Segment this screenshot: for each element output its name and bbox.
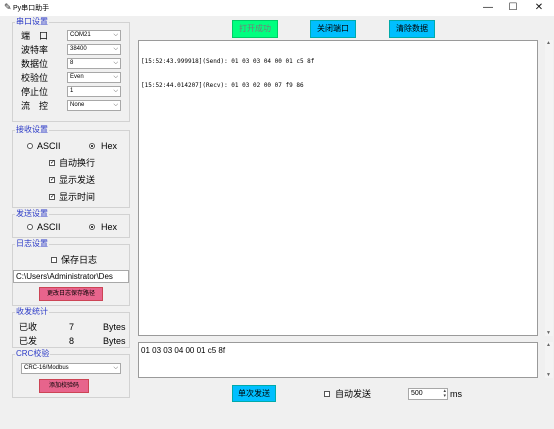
chevron-down-icon: ⌵: [113, 365, 118, 371]
scroll-up-icon[interactable]: ▲: [546, 342, 551, 348]
baud-select[interactable]: 38400 ⌵: [67, 44, 121, 55]
parity-label: 校验位: [21, 73, 49, 83]
chevron-down-icon: ⌵: [113, 60, 118, 66]
receive-scrollbar[interactable]: ▲ ▼: [545, 40, 553, 336]
receive-log-line: [15:52:43.999918](Send): 01 03 03 04 00 …: [141, 58, 315, 65]
send-input-area[interactable]: 01 03 03 04 00 01 c5 8f: [138, 342, 538, 378]
add-crc-button[interactable]: 添加校验码: [39, 379, 89, 393]
receive-settings-title: 接收设置: [15, 125, 49, 135]
port-value: COM21: [70, 32, 91, 38]
crc-group: CRC校验 CRC-16/Modbus ⌵ 添加校验码: [12, 349, 130, 398]
show-time-checkbox[interactable]: ✓: [49, 194, 55, 200]
stopbits-select[interactable]: 1 ⌵: [67, 86, 121, 97]
chevron-down-icon: ⌵: [113, 74, 118, 80]
send-settings-group: 发送设置 ASCII Hex: [12, 209, 130, 238]
send-settings-title: 发送设置: [15, 209, 49, 219]
log-path-value: C:\Users\Administrator\Des: [16, 272, 113, 281]
receive-ascii-radio[interactable]: [27, 143, 33, 149]
port-label: 端 口: [21, 31, 49, 41]
close-button[interactable]: ✕: [526, 0, 552, 16]
serial-settings-group: 串口设置 端 口 COM21 ⌵ 波特率 38400 ⌵ 数据位 8 ⌵ 校验位 Ev…: [12, 17, 130, 122]
chevron-down-icon: ⌵: [113, 88, 118, 94]
feather-icon: ✎: [4, 2, 12, 12]
show-time-label: 显示时间: [59, 192, 96, 202]
window-title: Py串口助手: [13, 5, 50, 12]
flowcontrol-select[interactable]: None ⌵: [67, 100, 121, 111]
scroll-up-icon[interactable]: ▲: [546, 40, 551, 46]
open-port-button[interactable]: 打开成功: [232, 20, 278, 38]
crc-title: CRC校验: [15, 349, 51, 359]
clear-data-button[interactable]: 清除数据: [389, 20, 435, 38]
scroll-down-icon[interactable]: ▼: [546, 372, 551, 378]
auto-wrap-label: 自动换行: [59, 158, 96, 168]
received-count: 7: [69, 322, 75, 332]
auto-send-label: 自动发送: [335, 389, 372, 399]
interval-value: 500: [411, 390, 423, 397]
send-once-button[interactable]: 单次发送: [232, 385, 276, 402]
send-ascii-radio[interactable]: [27, 224, 33, 230]
chevron-down-icon: ⌵: [113, 32, 118, 38]
received-unit: Bytes: [103, 322, 126, 332]
sent-unit: Bytes: [103, 336, 126, 346]
send-hex-radio[interactable]: [89, 224, 95, 230]
minimize-button[interactable]: —: [475, 0, 501, 16]
stats-group: 收发统计 已收 7 Bytes 已发 8 Bytes: [12, 307, 130, 348]
receive-hex-radio[interactable]: [89, 143, 95, 149]
title-bar: ✎ Py串口助手 — ☐ ✕: [0, 0, 554, 16]
save-log-label: 保存日志: [61, 255, 98, 265]
interval-unit: ms: [450, 389, 462, 399]
serial-settings-title: 串口设置: [15, 17, 49, 27]
crc-value: CRC-16/Modbus: [24, 365, 69, 371]
databits-select[interactable]: 8 ⌵: [67, 58, 121, 69]
flowcontrol-label: 流 控: [21, 101, 49, 111]
maximize-button[interactable]: ☐: [500, 0, 526, 16]
flowcontrol-value: None: [70, 102, 85, 108]
spin-down-icon[interactable]: ▾: [443, 394, 446, 399]
show-send-label: 显示发送: [59, 175, 96, 185]
show-send-checkbox[interactable]: ✓: [49, 177, 55, 183]
log-path-field[interactable]: C:\Users\Administrator\Des: [13, 270, 129, 283]
send-hex-label: Hex: [101, 222, 118, 232]
crc-select[interactable]: CRC-16/Modbus ⌵: [21, 363, 121, 374]
send-scrollbar[interactable]: ▲ ▼: [545, 342, 553, 378]
chevron-down-icon: ⌵: [113, 46, 118, 52]
log-settings-title: 日志设置: [15, 239, 49, 249]
chevron-down-icon: ⌵: [113, 102, 118, 108]
close-port-button[interactable]: 关闭端口: [310, 20, 356, 38]
interval-spinbox[interactable]: 500 ▴ ▾: [408, 388, 448, 400]
auto-send-checkbox[interactable]: [324, 391, 330, 397]
sent-count: 8: [69, 336, 75, 346]
send-input-text: 01 03 03 04 00 01 c5 8f: [141, 346, 226, 355]
databits-value: 8: [70, 60, 74, 66]
parity-select[interactable]: Even ⌵: [67, 72, 121, 83]
scroll-down-icon[interactable]: ▼: [546, 330, 551, 336]
main-window: ✎ Py串口助手 — ☐ ✕ 串口设置 端 口 COM21 ⌵ 波特率 38400…: [0, 0, 554, 429]
receive-hex-label: Hex: [101, 141, 118, 151]
change-log-path-button[interactable]: 更改日志保存路径: [39, 287, 103, 301]
auto-wrap-checkbox[interactable]: ✓: [49, 160, 55, 166]
sent-label: 已发: [19, 336, 38, 346]
stopbits-label: 停止位: [21, 87, 49, 97]
save-log-checkbox[interactable]: [51, 257, 57, 263]
stats-title: 收发统计: [15, 307, 49, 317]
log-settings-group: 日志设置 保存日志 C:\Users\Administrator\Des 更改日…: [12, 239, 130, 306]
databits-label: 数据位: [21, 59, 49, 69]
baud-value: 38400: [70, 46, 87, 52]
receive-log-area[interactable]: [15:52:43.999918](Send): 01 03 03 04 00 …: [138, 40, 538, 336]
receive-ascii-label: ASCII: [37, 141, 61, 151]
receive-settings-group: 接收设置 ASCII Hex ✓ 自动换行 ✓ 显示发送 ✓ 显示时间: [12, 125, 130, 208]
send-ascii-label: ASCII: [37, 222, 61, 232]
baud-label: 波特率: [21, 45, 49, 55]
receive-log-line: [15:52:44.014207](Recv): 01 03 02 00 07 …: [141, 82, 304, 89]
received-label: 已收: [19, 322, 38, 332]
port-select[interactable]: COM21 ⌵: [67, 30, 121, 41]
parity-value: Even: [70, 74, 84, 80]
stopbits-value: 1: [70, 88, 74, 94]
